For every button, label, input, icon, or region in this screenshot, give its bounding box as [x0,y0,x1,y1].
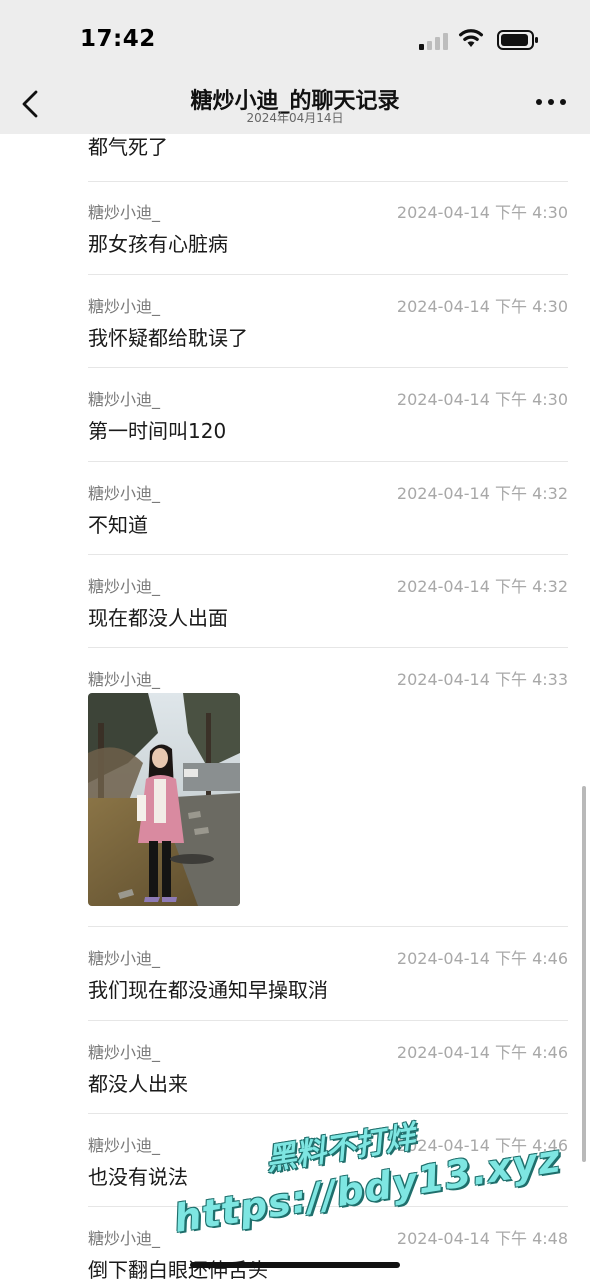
list-item: 糖炒小迪_ 2024-04-14 下午 4:30 第一时间叫120 [88,368,568,462]
message-text: 第一时间叫120 [88,419,227,443]
list-item: 糖炒小迪_ 2024-04-14 下午 4:46 都没人出来 [88,1021,568,1114]
message-time: 2024-04-14 下午 4:46 [396,949,568,968]
message-text: 那女孩有心脏病 [88,232,228,256]
message-text: 倒下翻白眼还伸舌头 [88,1258,268,1282]
list-item: 糖炒小迪_ 2024-04-14 下午 4:30 那女孩有心脏病 [88,181,568,275]
home-indicator[interactable] [190,1262,400,1268]
sender-name: 糖炒小迪_ [88,390,161,409]
list-item: 都气死了 [88,134,568,182]
chat-history-header: 17:42 糖炒小迪_的聊天记录 2024年04月14日 [0,0,590,134]
scrollbar[interactable] [582,786,586,1162]
message-time: 2024-04-14 下午 4:46 [396,1136,568,1155]
message-text: 现在都没人出面 [88,606,228,630]
cellular-signal-icon [419,32,449,50]
message-text: 我怀疑都给耽误了 [88,326,248,350]
sender-name: 糖炒小迪_ [88,484,161,503]
message-time: 2024-04-14 下午 4:32 [396,484,568,503]
message-time: 2024-04-14 下午 4:32 [396,577,568,596]
sender-name: 糖炒小迪_ [88,670,161,689]
message-text: 不知道 [88,513,148,537]
message-time: 2024-04-14 下午 4:30 [396,203,568,222]
wifi-icon [459,29,483,47]
sender-name: 糖炒小迪_ [88,1136,161,1155]
sender-name: 糖炒小迪_ [88,203,161,222]
photo-thumbnail [88,693,240,906]
sender-name: 糖炒小迪_ [88,1229,161,1248]
message-text: 也没有说法 [88,1165,188,1189]
list-item: 糖炒小迪_ 2024-04-14 下午 4:32 现在都没人出面 [88,555,568,648]
message-time: 2024-04-14 下午 4:33 [396,670,568,689]
message-text: 都气死了 [88,135,168,159]
message-time: 2024-04-14 下午 4:46 [396,1043,568,1062]
list-item: 糖炒小迪_ 2024-04-14 下午 4:48 倒下翻白眼还伸舌头 [88,1207,568,1282]
sender-name: 糖炒小迪_ [88,297,161,316]
sender-name: 糖炒小迪_ [88,1043,161,1062]
message-time: 2024-04-14 下午 4:48 [396,1229,568,1248]
image-message[interactable] [88,693,240,906]
list-item: 糖炒小迪_ 2024-04-14 下午 4:46 也没有说法 [88,1114,568,1207]
message-list[interactable]: 都气死了 糖炒小迪_ 2024-04-14 下午 4:30 那女孩有心脏病 糖炒… [0,0,590,1282]
message-text: 我们现在都没通知早操取消 [88,978,328,1002]
battery-icon [497,30,538,50]
message-text: 都没人出来 [88,1072,188,1096]
status-bar-time: 17:42 [80,26,156,52]
sender-name: 糖炒小迪_ [88,949,161,968]
list-item: 糖炒小迪_ 2024-04-14 下午 4:32 不知道 [88,462,568,555]
more-options-button[interactable] [536,99,566,109]
message-time: 2024-04-14 下午 4:30 [396,390,568,409]
list-item: 糖炒小迪_ 2024-04-14 下午 4:33 [88,648,568,927]
chat-date: 2024年04月14日 [246,111,344,125]
sender-name: 糖炒小迪_ [88,577,161,596]
list-item: 糖炒小迪_ 2024-04-14 下午 4:30 我怀疑都给耽误了 [88,275,568,368]
list-item: 糖炒小迪_ 2024-04-14 下午 4:46 我们现在都没通知早操取消 [88,927,568,1021]
message-time: 2024-04-14 下午 4:30 [396,297,568,316]
